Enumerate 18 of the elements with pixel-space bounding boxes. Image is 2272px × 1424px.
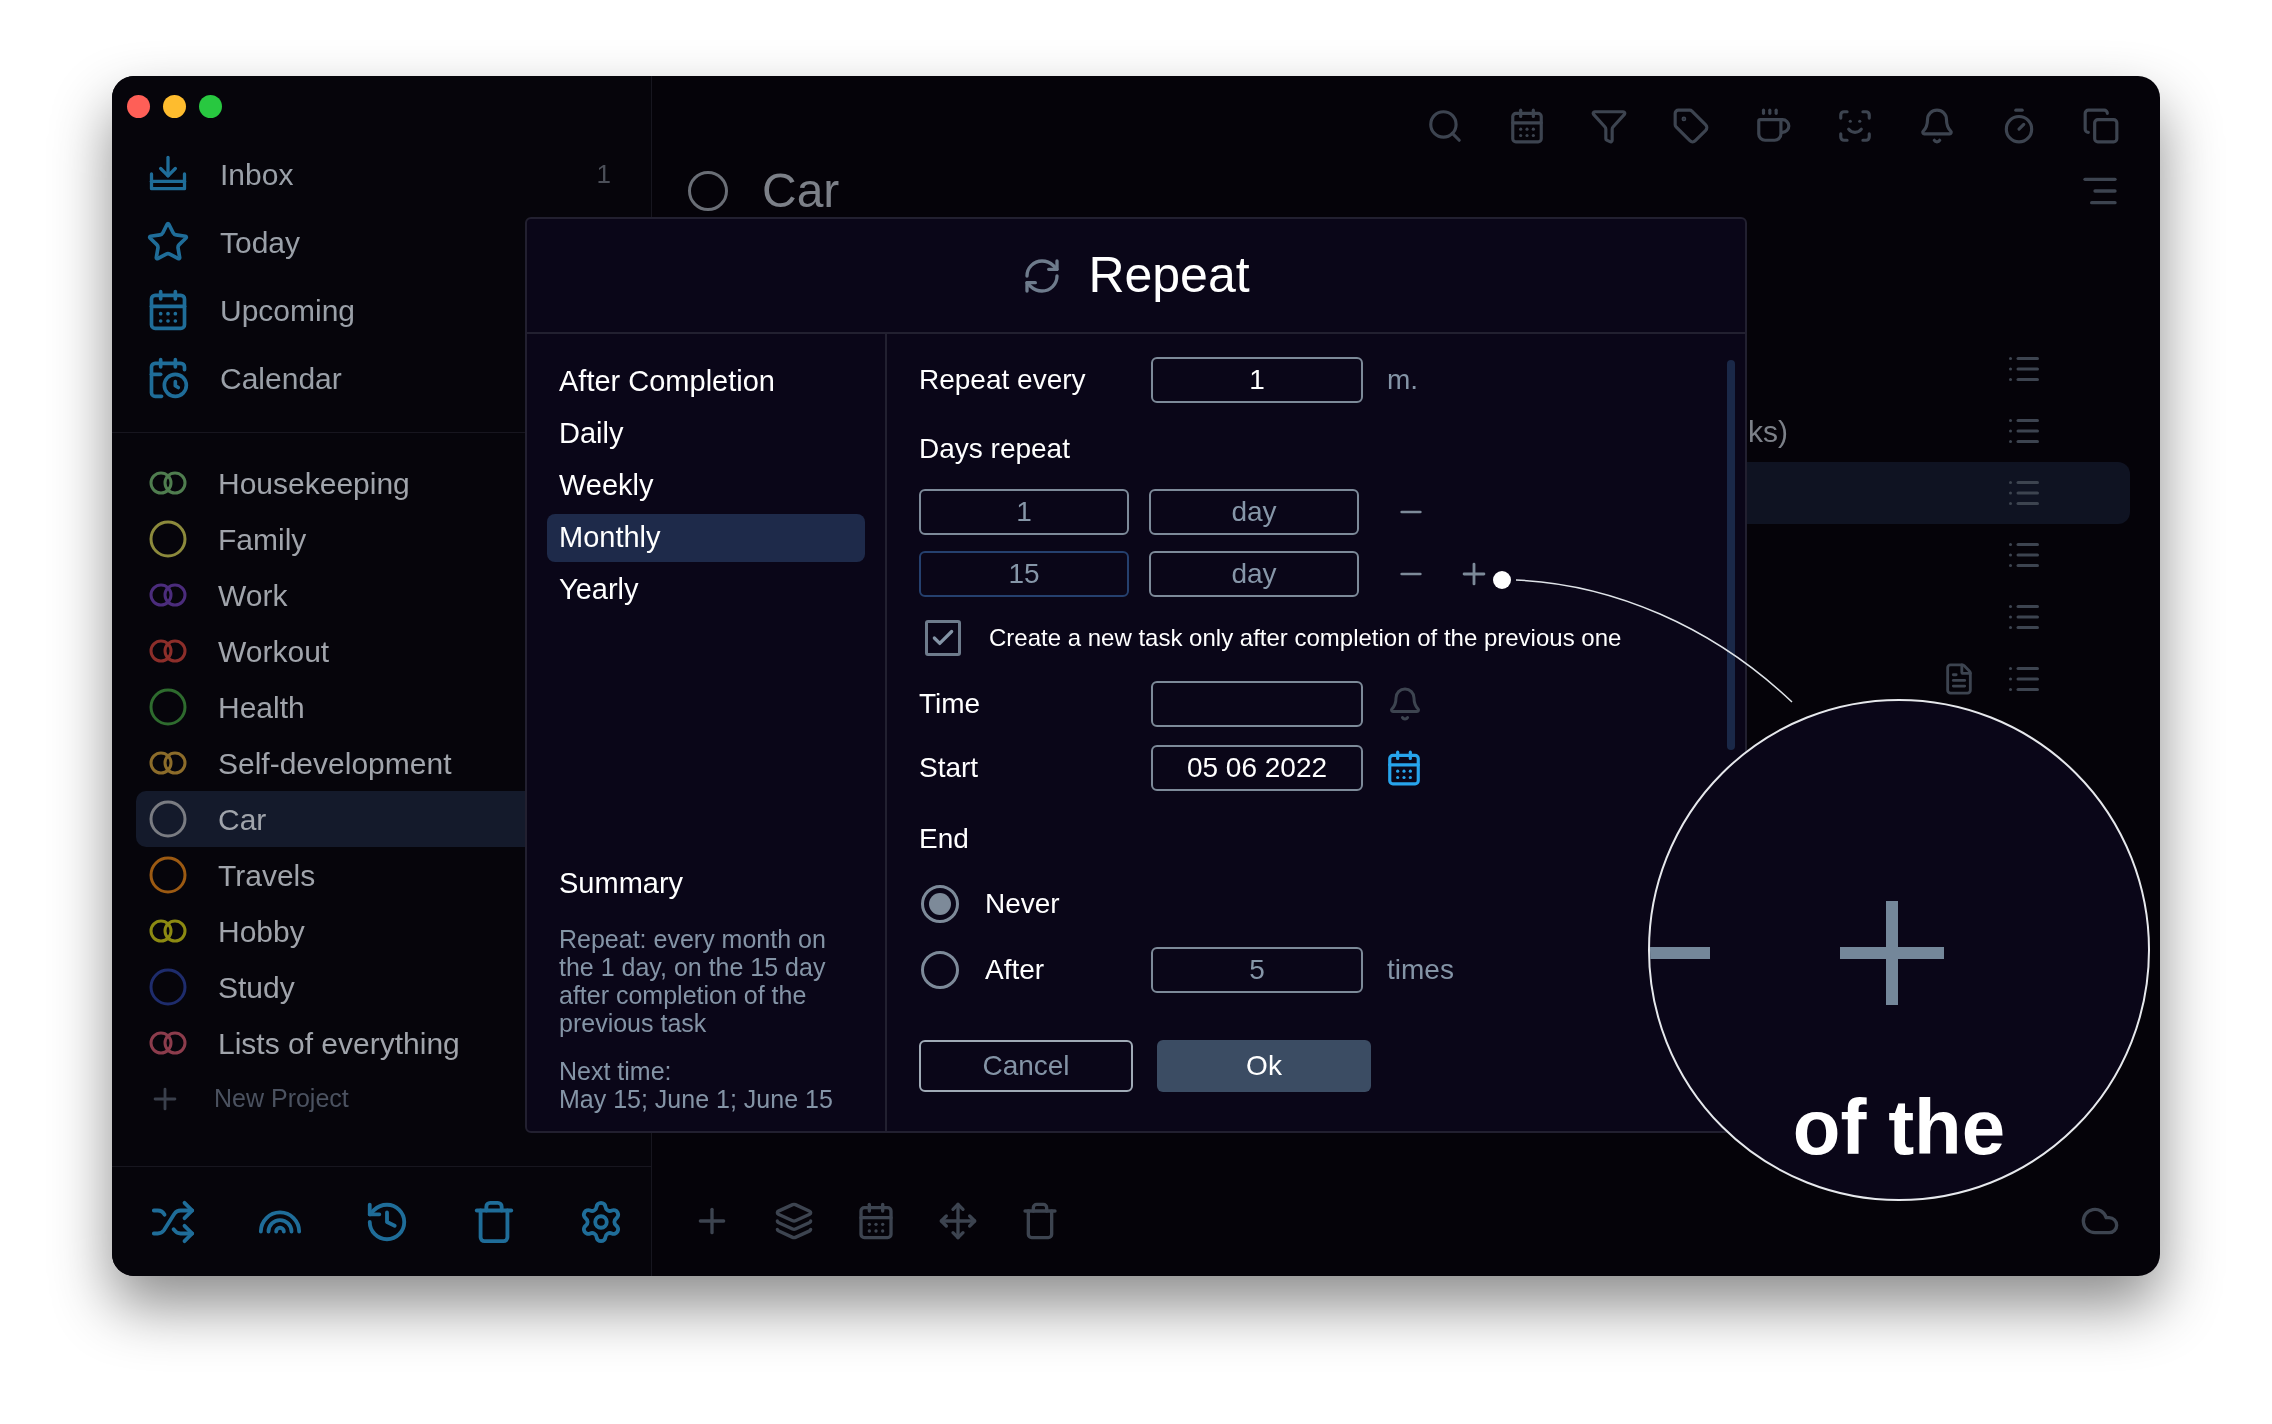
unit-label: m. (1387, 363, 1419, 397)
next-time-text: Next time: May 15; June 1; June 15 (559, 1057, 834, 1113)
task-title: ks) (1748, 414, 1788, 448)
end-label: End (919, 822, 970, 856)
times-label: times (1387, 953, 1454, 987)
summary-heading: Summary (559, 865, 685, 901)
magnified-text: of the (1792, 1087, 2006, 1167)
days-repeat-label: Days repeat (919, 432, 1071, 466)
repeat-every-label: Repeat every (919, 363, 1087, 397)
checkbox-label: Create a new task only after completion of the previous one (989, 623, 1622, 653)
summary-text: Repeat: every month on the 1 day, on the 15 day after completion of the previous task (559, 925, 827, 1037)
radio-label: Never (985, 887, 1061, 921)
start-label: Start (919, 751, 980, 785)
time-label: Time (919, 687, 982, 721)
dialog-title: Repeat (1088, 246, 1250, 305)
radio-label: After (985, 953, 1046, 987)
project-title: Car (762, 163, 841, 219)
item-count: 1 (596, 157, 611, 191)
